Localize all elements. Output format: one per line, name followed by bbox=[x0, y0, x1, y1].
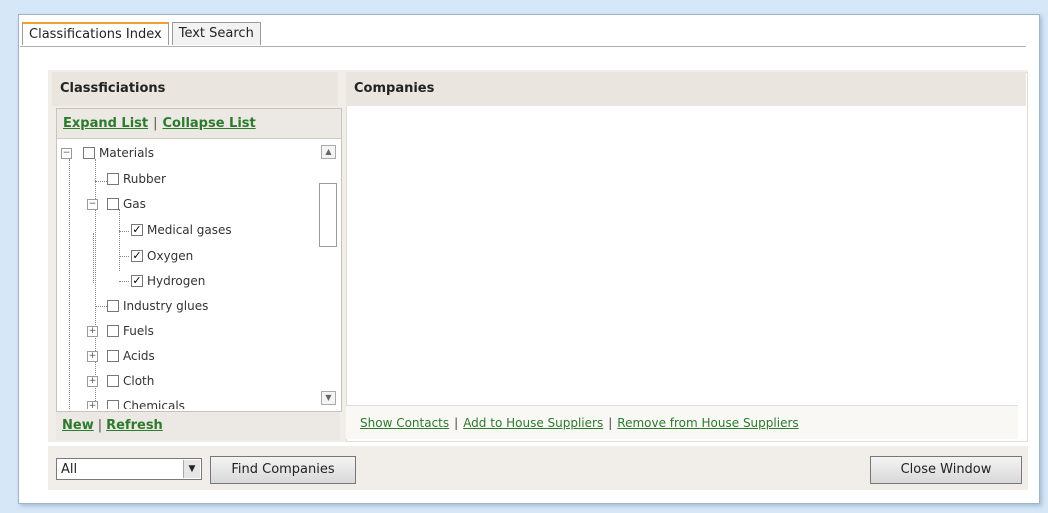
classification-tree: − Materials Rubber − Gas ✓ Medical gases … bbox=[57, 141, 319, 409]
checkbox-chemicals[interactable] bbox=[107, 399, 119, 409]
checkbox-medical-gases[interactable]: ✓ bbox=[131, 223, 143, 236]
link-separator: | bbox=[153, 116, 158, 131]
checkbox-industry-glues[interactable] bbox=[107, 299, 119, 312]
tree-item-label: Rubber bbox=[123, 172, 166, 186]
link-separator: | bbox=[608, 416, 613, 430]
remove-house-suppliers-link[interactable]: Remove from House Suppliers bbox=[617, 416, 798, 430]
tab-text-search[interactable]: Text Search bbox=[171, 22, 261, 45]
tree-line bbox=[95, 306, 107, 307]
refresh-link[interactable]: Refresh bbox=[106, 418, 163, 433]
tab-divider bbox=[20, 46, 1026, 47]
tree-item-fuels[interactable]: Fuels bbox=[107, 321, 154, 341]
checkbox-gas[interactable] bbox=[107, 197, 119, 210]
classifications-footer: New | Refresh bbox=[56, 412, 340, 440]
checkbox-oxygen[interactable]: ✓ bbox=[131, 249, 143, 262]
tree-item-label: Medical gases bbox=[147, 223, 232, 237]
tree-line bbox=[119, 231, 129, 232]
close-window-button[interactable]: Close Window bbox=[870, 456, 1022, 484]
find-companies-button[interactable]: Find Companies bbox=[210, 456, 356, 484]
tree-line bbox=[93, 233, 94, 283]
checkbox-cloth[interactable] bbox=[107, 374, 119, 387]
filter-select[interactable]: All ▼ bbox=[56, 458, 202, 480]
tree-line bbox=[95, 181, 107, 182]
tree-item-label: Oxygen bbox=[147, 249, 194, 263]
tree-line bbox=[119, 281, 129, 282]
tree-item-cloth[interactable]: Cloth bbox=[107, 371, 154, 391]
collapse-toggle-icon[interactable]: − bbox=[87, 199, 98, 210]
link-separator: | bbox=[97, 418, 103, 433]
tree-item-materials[interactable]: Materials bbox=[83, 143, 154, 163]
tree-item-label: Hydrogen bbox=[147, 274, 206, 288]
companies-panel bbox=[346, 72, 1028, 442]
companies-actions: Show Contacts | Add to House Suppliers | Rem… bbox=[346, 405, 1018, 439]
scroll-thumb[interactable] bbox=[319, 183, 337, 247]
classifications-title: Classficiations bbox=[52, 72, 338, 106]
tree-line bbox=[119, 209, 120, 271]
expand-list-link[interactable]: Expand List bbox=[63, 116, 148, 131]
collapse-toggle-icon[interactable]: − bbox=[61, 148, 72, 159]
checkbox-materials[interactable] bbox=[83, 146, 95, 159]
tree-item-label: Fuels bbox=[123, 324, 154, 338]
tree-item-hydrogen[interactable]: ✓ Hydrogen bbox=[131, 271, 205, 291]
expand-toggle-icon[interactable]: + bbox=[87, 376, 98, 387]
tab-classifications-index[interactable]: Classifications Index bbox=[22, 22, 169, 45]
tree-item-chemicals[interactable]: Chemicals bbox=[107, 396, 185, 409]
chevron-down-icon[interactable]: ▼ bbox=[183, 460, 200, 478]
collapse-list-link[interactable]: Collapse List bbox=[163, 116, 256, 131]
tab-bar: Classifications Index Text Search bbox=[22, 22, 264, 46]
checkbox-fuels[interactable] bbox=[107, 324, 119, 337]
filter-select-value: All bbox=[61, 462, 78, 477]
tree-line bbox=[95, 159, 96, 409]
scroll-up-icon[interactable]: ▲ bbox=[321, 145, 336, 159]
classification-tree-box: Expand List | Collapse List − Materials Ru… bbox=[56, 108, 342, 412]
add-house-suppliers-link[interactable]: Add to House Suppliers bbox=[463, 416, 603, 430]
tree-item-rubber[interactable]: Rubber bbox=[107, 169, 166, 189]
companies-title: Companies bbox=[346, 72, 1026, 106]
tree-item-industry-glues[interactable]: Industry glues bbox=[107, 296, 208, 316]
tree-item-label: Industry glues bbox=[123, 299, 209, 313]
expand-toggle-icon[interactable]: + bbox=[87, 326, 98, 337]
expand-toggle-icon[interactable]: + bbox=[87, 401, 98, 409]
tree-item-label: Gas bbox=[123, 197, 146, 211]
tree-item-label: Cloth bbox=[123, 374, 155, 388]
scroll-down-icon[interactable]: ▼ bbox=[321, 391, 336, 405]
tree-line bbox=[69, 159, 70, 409]
tree-line bbox=[119, 256, 129, 257]
tree-item-label: Acids bbox=[123, 349, 155, 363]
checkbox-acids[interactable] bbox=[107, 349, 119, 362]
expand-toggle-icon[interactable]: + bbox=[87, 351, 98, 362]
checkbox-rubber[interactable] bbox=[107, 172, 119, 185]
tree-item-gas[interactable]: Gas bbox=[107, 194, 146, 214]
tree-item-label: Materials bbox=[99, 146, 155, 160]
show-contacts-link[interactable]: Show Contacts bbox=[360, 416, 449, 430]
checkbox-hydrogen[interactable]: ✓ bbox=[131, 274, 143, 287]
tree-item-label: Chemicals bbox=[123, 399, 185, 409]
link-separator: | bbox=[454, 416, 459, 430]
expand-collapse-bar: Expand List | Collapse List bbox=[57, 109, 341, 139]
tree-item-acids[interactable]: Acids bbox=[107, 346, 155, 366]
tree-item-medical-gases[interactable]: ✓ Medical gases bbox=[131, 220, 232, 240]
tree-item-oxygen[interactable]: ✓ Oxygen bbox=[131, 246, 193, 266]
new-link[interactable]: New bbox=[62, 418, 94, 433]
tree-scrollbar[interactable]: ▲ ▼ bbox=[319, 141, 339, 409]
